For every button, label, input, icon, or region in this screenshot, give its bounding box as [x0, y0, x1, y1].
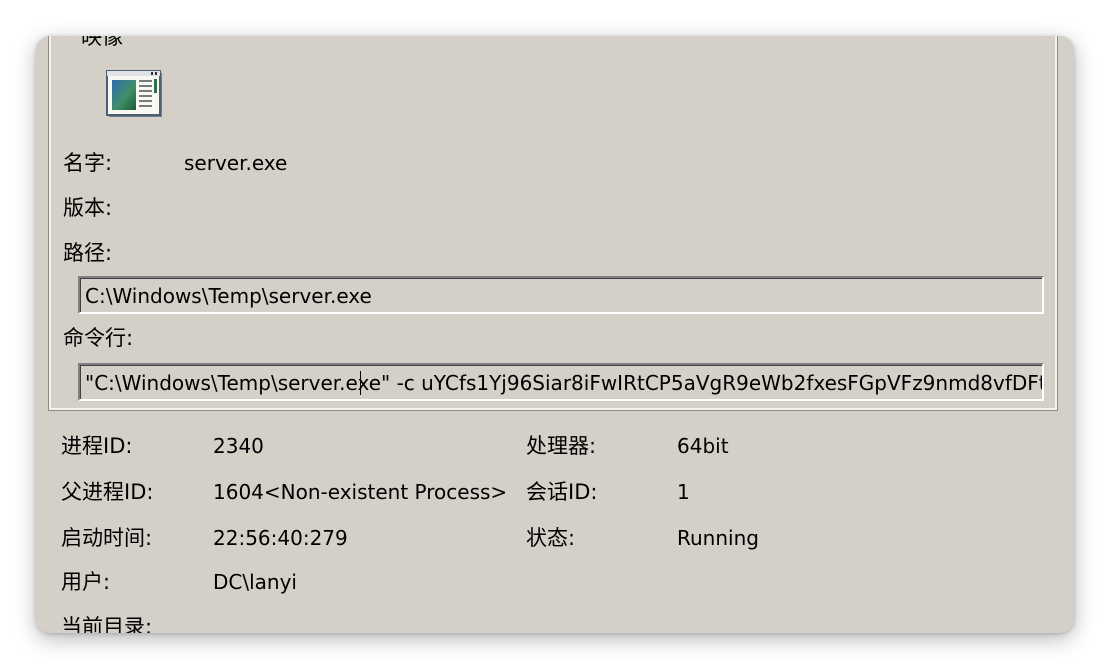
- processor-value: 64bit: [677, 434, 729, 458]
- pid-label: 进程ID:: [61, 434, 133, 458]
- cmdline-field[interactable]: "C:\Windows\Temp\server.exe" -c uYCfs1Yj…: [78, 363, 1044, 401]
- status-value: Running: [677, 526, 759, 550]
- path-field[interactable]: C:\Windows\Temp\server.exe: [78, 276, 1044, 314]
- start-time-label: 启动时间:: [61, 526, 153, 550]
- user-label: 用户:: [61, 570, 111, 594]
- session-id-value: 1: [677, 480, 690, 504]
- application-window-icon: [106, 70, 164, 120]
- start-time-value: 22:56:40:279: [213, 526, 348, 550]
- process-properties-window: 映像 名字: server.exe 版本: 路径: C:\Windows\Tem…: [36, 36, 1074, 633]
- status-label: 状态:: [526, 526, 576, 550]
- text-caret: [360, 371, 361, 395]
- name-label: 名字:: [63, 151, 113, 175]
- session-id-label: 会话ID:: [526, 480, 598, 504]
- image-group-legend: 映像: [79, 36, 125, 49]
- pid-value: 2340: [213, 434, 264, 458]
- cmdline-value: "C:\Windows\Temp\server.exe" -c uYCfs1Yj…: [85, 371, 1044, 395]
- user-value: DC\lanyi: [213, 570, 297, 594]
- name-value: server.exe: [184, 151, 288, 175]
- version-label: 版本:: [63, 196, 113, 220]
- image-groupbox: 映像 名字: server.exe 版本: 路径: C:\Windows\Tem…: [48, 36, 1058, 411]
- processor-label: 处理器:: [526, 434, 597, 458]
- path-label: 路径:: [63, 241, 113, 265]
- ppid-value: 1604<Non-existent Process>: [213, 480, 508, 504]
- ppid-label: 父进程ID:: [61, 480, 154, 504]
- cmdline-label: 命令行:: [63, 326, 134, 350]
- path-value: C:\Windows\Temp\server.exe: [85, 284, 372, 308]
- current-dir-label: 当前目录:: [61, 615, 153, 633]
